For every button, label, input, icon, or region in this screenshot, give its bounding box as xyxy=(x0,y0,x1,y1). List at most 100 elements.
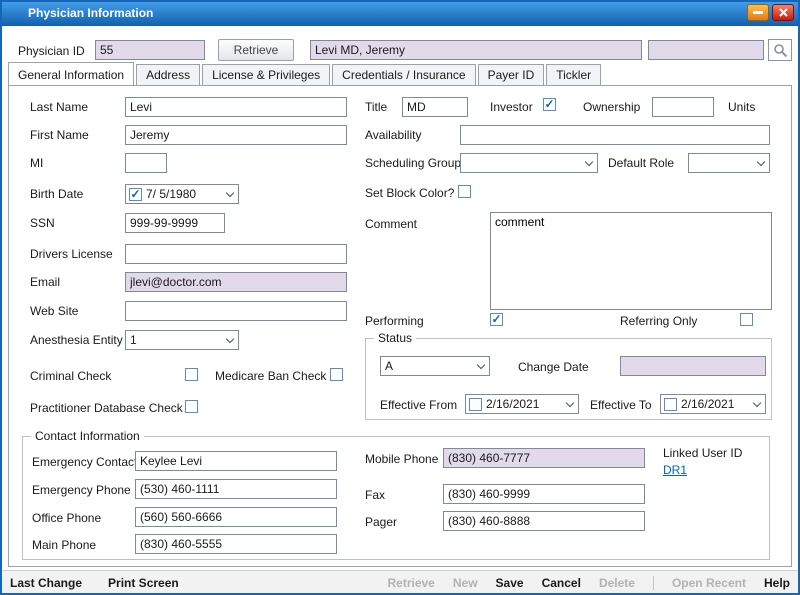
performing-checkbox[interactable] xyxy=(490,313,503,326)
titlebar: Physician Information xyxy=(0,0,800,26)
minimize-button[interactable] xyxy=(747,4,769,21)
referring-only-checkbox[interactable] xyxy=(740,313,753,326)
search-icon xyxy=(773,43,788,58)
retrieve-button[interactable]: Retrieve xyxy=(218,39,294,61)
ssn-label: SSN xyxy=(30,216,55,230)
title-input[interactable] xyxy=(402,97,468,117)
medicare-ban-check-checkbox[interactable] xyxy=(330,368,343,381)
fax-label: Fax xyxy=(365,488,385,502)
close-button[interactable] xyxy=(772,4,794,21)
chevron-down-icon xyxy=(226,188,234,196)
anesthesia-entity-dropdown[interactable]: 1 xyxy=(125,330,239,350)
print-screen-button[interactable]: Print Screen xyxy=(108,576,179,590)
effective-from-value: 2/16/2021 xyxy=(486,397,539,411)
web-site-input[interactable] xyxy=(125,301,347,321)
ssn-input[interactable] xyxy=(125,213,225,233)
chevron-down-icon xyxy=(757,157,765,165)
change-date-label: Change Date xyxy=(518,360,589,374)
criminal-check-checkbox[interactable] xyxy=(185,368,198,381)
email-input[interactable] xyxy=(125,272,347,292)
tab-general-information[interactable]: General Information xyxy=(8,62,134,85)
fax-input[interactable] xyxy=(443,484,645,504)
secondary-lookup-field[interactable] xyxy=(648,40,764,60)
status-dropdown[interactable]: A xyxy=(380,356,490,376)
ownership-label: Ownership xyxy=(583,100,640,114)
effective-to-label: Effective To xyxy=(590,398,652,412)
scheduling-group-dropdown[interactable] xyxy=(460,153,598,173)
chevron-down-icon xyxy=(477,360,485,368)
physician-name-field[interactable] xyxy=(310,40,642,60)
performing-label: Performing xyxy=(365,314,424,328)
last-name-input[interactable] xyxy=(125,97,347,117)
criminal-check-label: Criminal Check xyxy=(30,369,111,383)
window-title: Physician Information xyxy=(28,6,153,20)
birth-date-checkbox[interactable] xyxy=(129,188,142,201)
pager-label: Pager xyxy=(365,515,397,529)
chevron-down-icon xyxy=(585,157,593,165)
pager-input[interactable] xyxy=(443,511,645,531)
scheduling-group-label: Scheduling Group xyxy=(365,156,461,170)
emergency-contact-input[interactable] xyxy=(135,451,337,471)
anesthesia-entity-value: 1 xyxy=(130,333,137,347)
drivers-license-label: Drivers License xyxy=(30,247,113,261)
physician-information-window: Physician Information Physician ID Retri… xyxy=(0,0,800,595)
chevron-down-icon xyxy=(226,334,234,342)
email-label: Email xyxy=(30,275,60,289)
save-button[interactable]: Save xyxy=(496,576,524,590)
tab-license-privileges[interactable]: License & Privileges xyxy=(202,64,330,85)
availability-label: Availability xyxy=(365,128,421,142)
effective-to-picker[interactable]: 2/16/2021 xyxy=(660,394,766,414)
web-site-label: Web Site xyxy=(30,304,78,318)
retrieve-footer-button[interactable]: Retrieve xyxy=(387,576,434,590)
availability-input[interactable] xyxy=(460,125,770,145)
default-role-label: Default Role xyxy=(608,156,674,170)
referring-only-label: Referring Only xyxy=(620,314,697,328)
comment-textarea[interactable]: comment xyxy=(490,212,772,310)
help-button[interactable]: Help xyxy=(764,576,790,590)
tab-tickler[interactable]: Tickler xyxy=(546,64,601,85)
tab-credentials-insurance[interactable]: Credentials / Insurance xyxy=(332,64,475,85)
office-phone-input[interactable] xyxy=(135,507,337,527)
cancel-button[interactable]: Cancel xyxy=(542,576,581,590)
physician-id-input[interactable] xyxy=(95,40,205,60)
tab-payer-id[interactable]: Payer ID xyxy=(478,64,545,85)
ownership-input[interactable] xyxy=(652,97,714,117)
mi-input[interactable] xyxy=(125,153,167,173)
linked-user-id-link[interactable]: DR1 xyxy=(663,463,687,477)
new-button[interactable]: New xyxy=(453,576,478,590)
first-name-input[interactable] xyxy=(125,125,347,145)
delete-button[interactable]: Delete xyxy=(599,576,635,590)
default-role-dropdown[interactable] xyxy=(688,153,770,173)
first-name-label: First Name xyxy=(30,128,89,142)
emergency-contact-label: Emergency Contact xyxy=(32,455,137,469)
mi-label: MI xyxy=(30,156,43,170)
main-phone-input[interactable] xyxy=(135,534,337,554)
close-icon xyxy=(779,8,788,17)
practitioner-database-check-checkbox[interactable] xyxy=(185,400,198,413)
effective-from-picker[interactable]: 2/16/2021 xyxy=(465,394,579,414)
drivers-license-input[interactable] xyxy=(125,244,347,264)
comment-label: Comment xyxy=(365,217,417,231)
contact-information-group-label: Contact Information xyxy=(31,429,144,443)
set-block-color-label: Set Block Color? xyxy=(365,186,454,200)
last-name-label: Last Name xyxy=(30,100,88,114)
investor-checkbox[interactable] xyxy=(543,98,556,111)
effective-to-checkbox[interactable] xyxy=(664,398,677,411)
birth-date-picker[interactable]: 7/ 5/1980 xyxy=(125,184,239,204)
tab-address[interactable]: Address xyxy=(136,64,200,85)
mobile-phone-input[interactable] xyxy=(443,448,645,468)
last-change-button[interactable]: Last Change xyxy=(10,576,82,590)
search-button[interactable] xyxy=(768,39,792,61)
mobile-phone-label: Mobile Phone xyxy=(365,452,438,466)
effective-from-checkbox[interactable] xyxy=(469,398,482,411)
physician-id-label: Physician ID xyxy=(18,44,85,58)
open-recent-button[interactable]: Open Recent xyxy=(672,576,746,590)
set-block-color-checkbox[interactable] xyxy=(458,185,471,198)
change-date-field[interactable] xyxy=(620,356,766,376)
investor-label: Investor xyxy=(490,100,533,114)
medicare-ban-check-label: Medicare Ban Check xyxy=(215,369,326,383)
minimize-icon xyxy=(753,11,763,14)
emergency-phone-input[interactable] xyxy=(135,479,337,499)
linked-user-id-label: Linked User ID xyxy=(663,446,742,460)
chevron-down-icon xyxy=(753,398,761,406)
